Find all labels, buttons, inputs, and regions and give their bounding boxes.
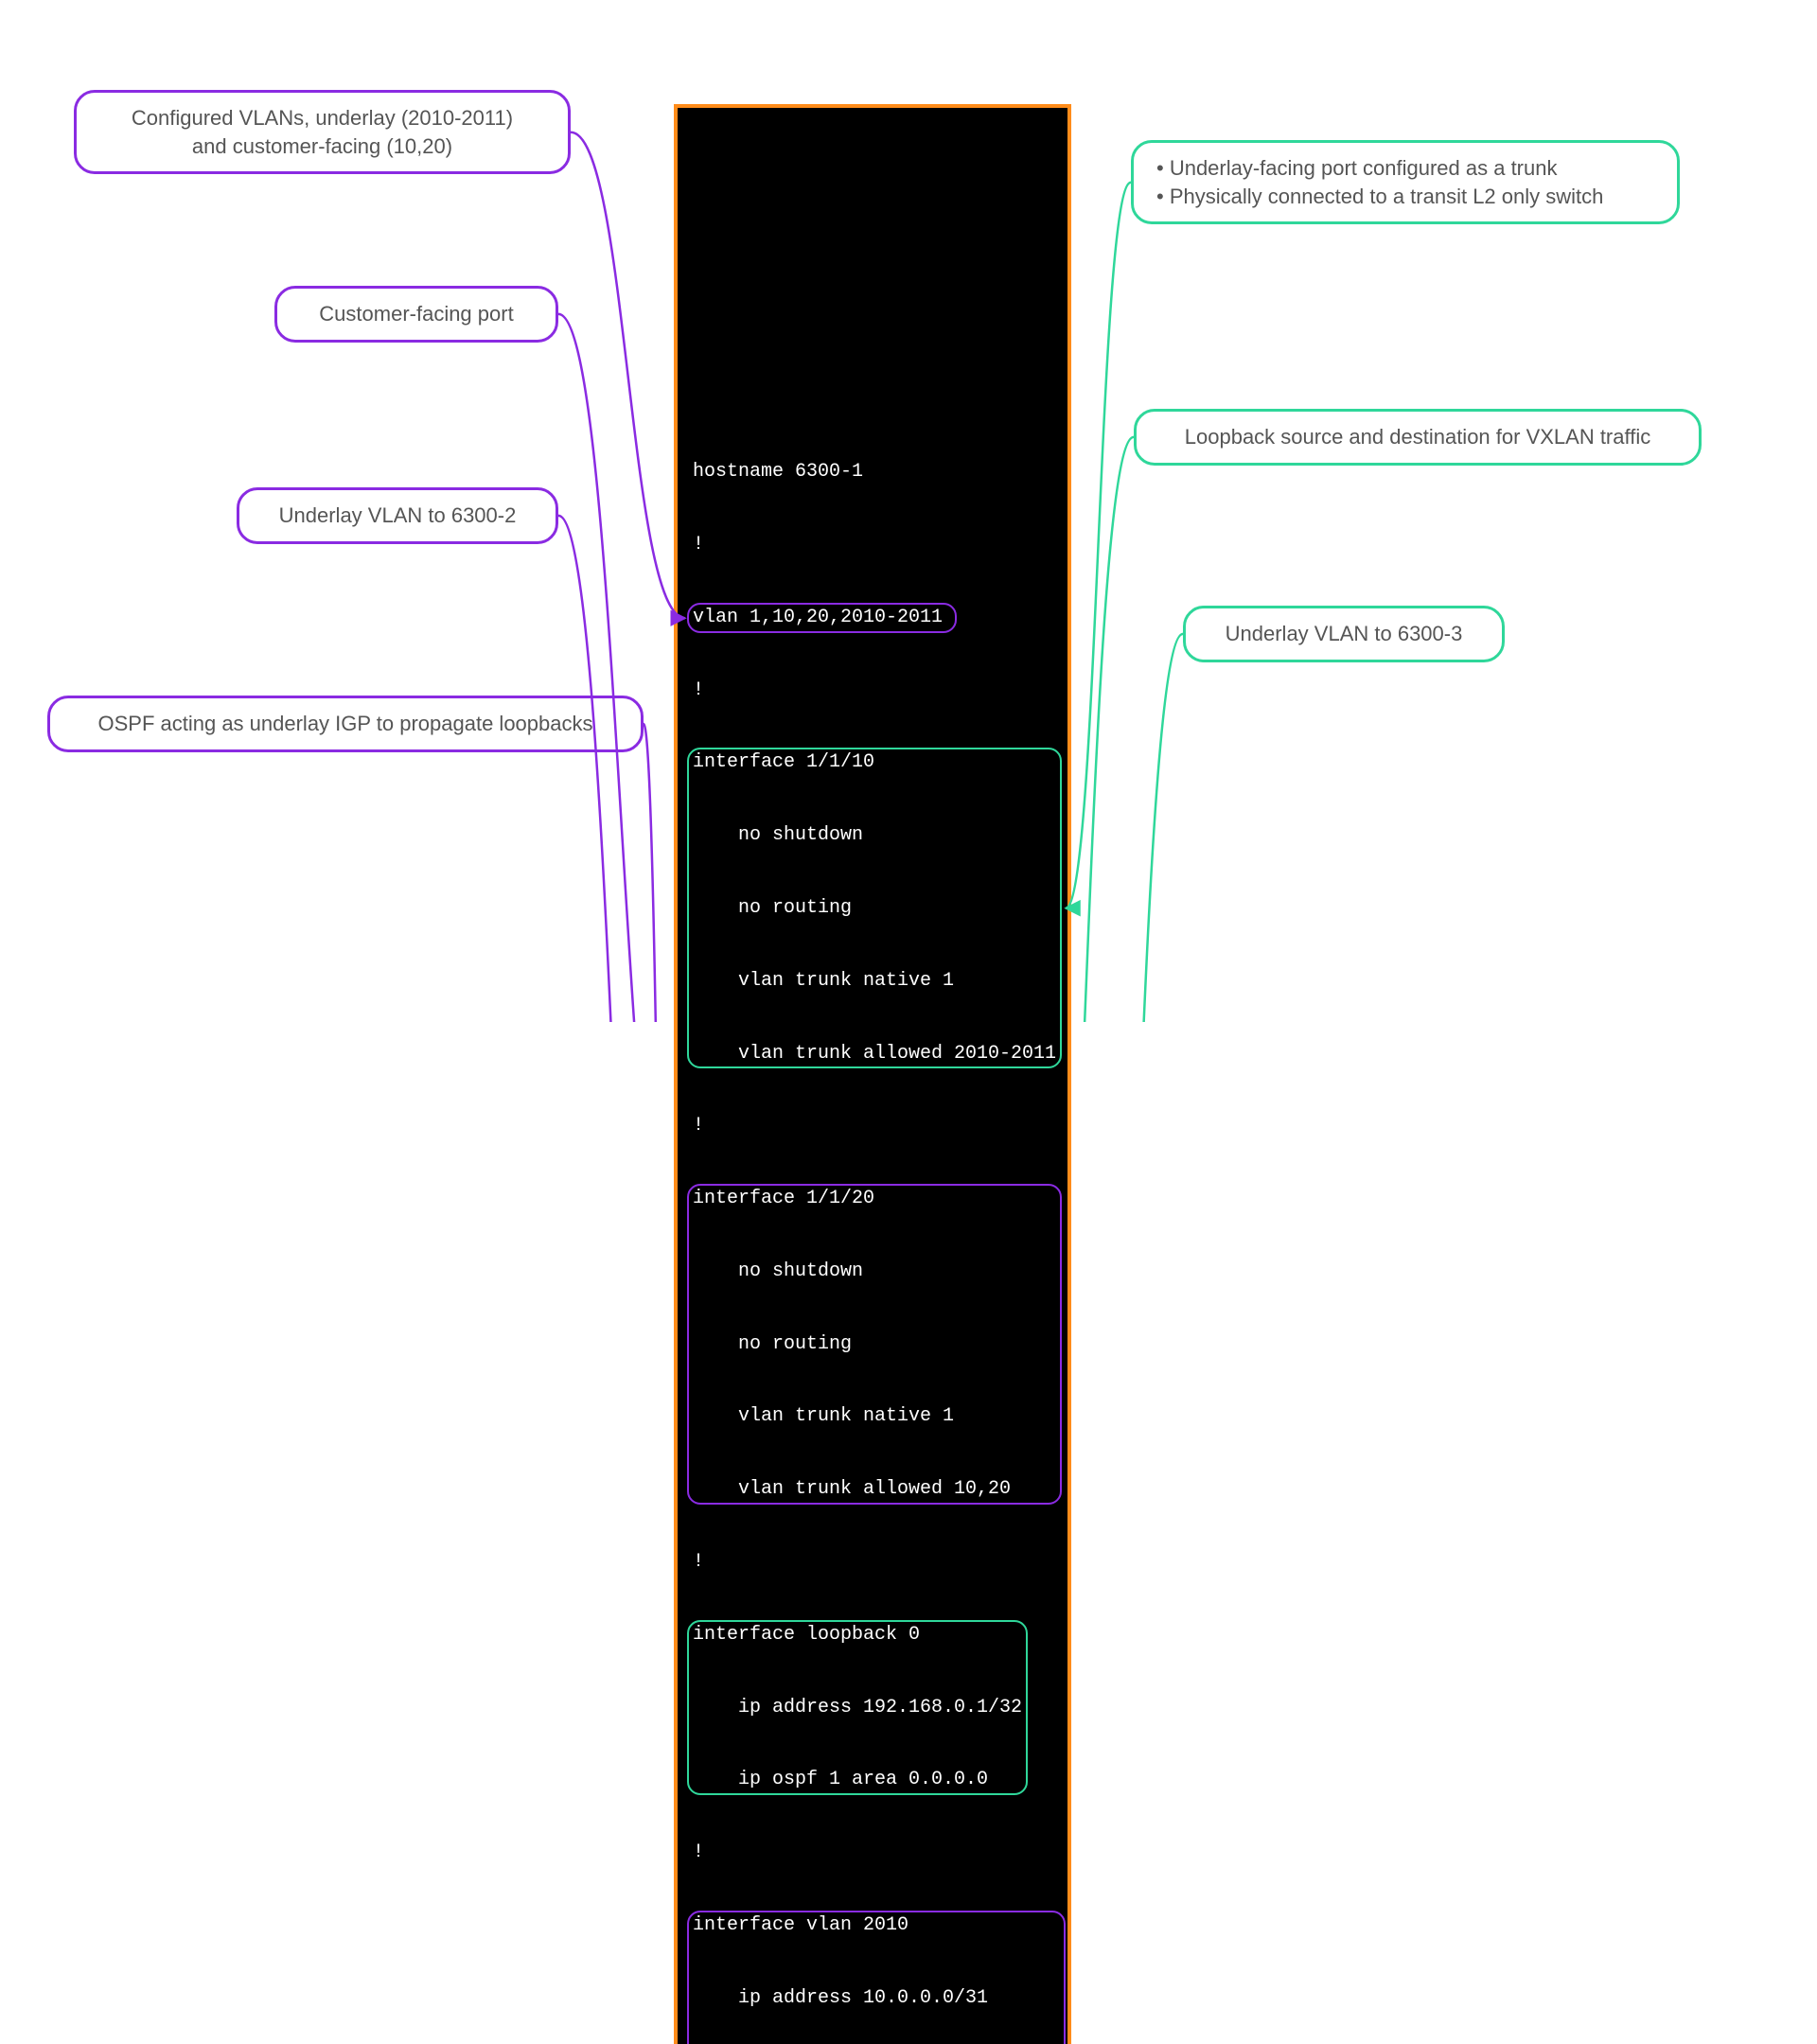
callout-configured-vlans: Configured VLANs, underlay (2010-2011) a… — [74, 90, 571, 174]
code-line: interface 1/1/10 — [693, 750, 1052, 775]
code-line: ! — [693, 1550, 1052, 1575]
callout-customer-facing-port: Customer-facing port — [274, 286, 558, 343]
callout-text: Underlay VLAN to 6300-2 — [279, 502, 517, 530]
callout-text: Underlay VLAN to 6300-3 — [1226, 620, 1463, 648]
callout-underlay-trunk-port: • Underlay-facing port configured as a t… — [1131, 140, 1680, 224]
code-line: no routing — [693, 896, 1052, 921]
code-line: ip ospf 1 area 0.0.0.0 — [693, 1768, 1052, 1792]
code-line: vlan trunk allowed 10,20 — [693, 1477, 1052, 1502]
code-line: ip address 192.168.0.1/32 — [693, 1696, 1052, 1720]
terminal-window: hostname 6300-1 ! vlan 1,10,20,2010-2011… — [674, 104, 1071, 2044]
code-line: ! — [693, 678, 1052, 703]
callout-text: Configured VLANs, underlay (2010-2011) — [132, 104, 513, 132]
code-line: ! — [693, 1841, 1052, 1865]
callout-text: Loopback source and destination for VXLA… — [1185, 423, 1650, 451]
callout-text: • Underlay-facing port configured as a t… — [1156, 154, 1557, 183]
code-line: interface loopback 0 — [693, 1623, 1052, 1648]
code-block: hostname 6300-1 ! vlan 1,10,20,2010-2011… — [693, 169, 1052, 2044]
callout-underlay-vlan-6300-2: Underlay VLAN to 6300-2 — [237, 487, 558, 544]
callout-text: OSPF acting as underlay IGP to propagate… — [97, 710, 592, 738]
code-line: vlan trunk native 1 — [693, 1404, 1052, 1429]
code-line: vlan trunk native 1 — [693, 969, 1052, 994]
code-line: ! — [693, 533, 1052, 557]
callout-text: Customer-facing port — [319, 300, 513, 328]
code-line: interface 1/1/20 — [693, 1187, 1052, 1211]
code-line: no shutdown — [693, 1260, 1052, 1284]
code-line: hostname 6300-1 — [693, 460, 1052, 485]
code-line: no routing — [693, 1332, 1052, 1357]
code-line: interface vlan 2010 — [693, 1913, 1052, 1938]
callout-loopback-vxlan: Loopback source and destination for VXLA… — [1134, 409, 1702, 466]
callout-text: and customer-facing (10,20) — [192, 132, 452, 161]
code-line: vlan 1,10,20,2010-2011 — [693, 606, 1052, 630]
code-line: vlan trunk allowed 2010-2011 — [693, 1042, 1052, 1066]
callout-ospf-igp: OSPF acting as underlay IGP to propagate… — [47, 696, 644, 752]
callout-underlay-vlan-6300-3: Underlay VLAN to 6300-3 — [1183, 606, 1505, 662]
callout-text: • Physically connected to a transit L2 o… — [1156, 183, 1603, 211]
code-line: ip address 10.0.0.0/31 — [693, 1986, 1052, 2011]
code-line: no shutdown — [693, 823, 1052, 848]
code-line: ! — [693, 1114, 1052, 1138]
